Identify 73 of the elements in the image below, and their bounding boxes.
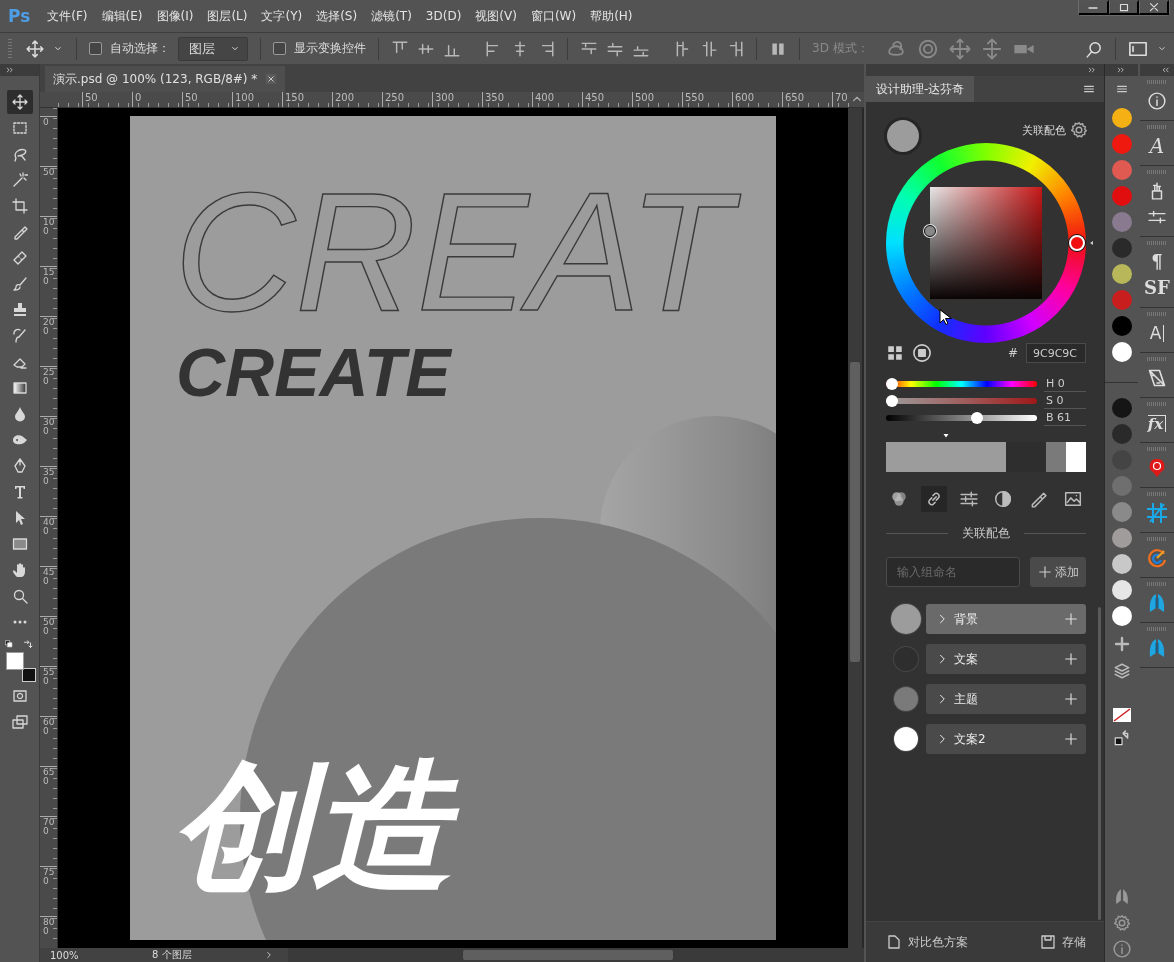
color-group-row[interactable]: 主题 <box>926 684 1086 714</box>
ruler-label: 250 <box>382 92 432 107</box>
menu-item[interactable]: 滤镜(T) <box>364 7 419 25</box>
ruler-label: 200 <box>332 92 382 107</box>
hex-label: # <box>1007 346 1018 360</box>
ruler-label: 150 <box>282 92 332 107</box>
menu-item[interactable]: 编辑(E) <box>94 7 150 25</box>
ruler-label: 100 <box>232 92 282 107</box>
ruler-label: 650 <box>782 92 832 107</box>
transform-controls-label: 显示变换控件 <box>294 40 366 57</box>
menu-item[interactable]: 帮助(H) <box>583 7 640 25</box>
ruler-label: 500 <box>632 92 682 107</box>
saturation-value: S 0 <box>1044 392 1086 409</box>
color-group-row[interactable]: 文案2 <box>926 724 1086 754</box>
add-button[interactable]: 添加 <box>1030 557 1086 587</box>
glyph-label: SF <box>1144 279 1170 297</box>
app-logo: Ps <box>7 6 32 26</box>
group-name-input[interactable]: 输入组命名 <box>886 557 1020 587</box>
ruler-label: 0 <box>132 92 182 107</box>
save-button[interactable]: 存储 <box>1040 933 1086 951</box>
menu-item[interactable]: 窗口(W) <box>523 7 584 25</box>
ruler-label: 750 <box>40 866 57 916</box>
chinese-headline: 创造 <box>162 736 492 918</box>
color-group-row[interactable]: 文案 <box>926 644 1086 674</box>
ruler-label: 100 <box>40 216 57 266</box>
brightness-value: B 61 <box>1044 409 1086 426</box>
ruler-label: 600 <box>40 716 57 766</box>
panel-tab[interactable]: 设计助理-达芬奇 <box>866 76 975 102</box>
ruler-label: 300 <box>432 92 482 107</box>
ruler-label: 650 <box>40 766 57 816</box>
script-a-glyph: A <box>1149 136 1165 156</box>
ruler-label: 450 <box>40 566 57 616</box>
fx-glyph: fx <box>1147 414 1167 432</box>
menu-item[interactable]: 图层(L) <box>200 7 255 25</box>
hex-input[interactable]: 9C9C9C <box>1026 343 1086 363</box>
ruler-label: 300 <box>40 416 57 466</box>
document-tab[interactable]: 演示.psd @ 100% (123, RGB/8#) * <box>45 66 286 92</box>
ruler-label: 550 <box>682 92 732 107</box>
text-cursor-glyph: A <box>1149 324 1165 342</box>
layer-count: 8 个图层 <box>151 948 193 962</box>
hue-value: H 0 <box>1044 375 1086 392</box>
menu-item[interactable]: 3D(D) <box>418 9 469 23</box>
auto-select-label: 自动选择： <box>110 40 170 57</box>
color-group-row[interactable]: 背景 <box>926 604 1086 634</box>
contrast-scheme-button[interactable]: 对比色方案 <box>886 933 968 951</box>
ruler-label: 350 <box>40 466 57 516</box>
glyph-label: ¶ <box>1151 253 1163 271</box>
ruler-label: 450 <box>582 92 632 107</box>
section-title: 关联配色 <box>962 524 1010 542</box>
ruler-label: 50 <box>82 92 132 107</box>
ruler-label: 700 <box>40 816 57 866</box>
menu-item[interactable]: 视图(V) <box>468 7 524 25</box>
ruler-label: 400 <box>532 92 582 107</box>
ruler-label: 50 <box>40 166 57 216</box>
menu-item[interactable]: 文字(Y) <box>254 7 310 25</box>
ruler-label: 250 <box>40 366 57 416</box>
ruler-label: 50 <box>182 92 232 107</box>
menu-item[interactable]: 选择(S) <box>309 7 365 25</box>
ruler-label: 150 <box>40 266 57 316</box>
ruler-label: 400 <box>40 516 57 566</box>
ruler-label: 600 <box>732 92 782 107</box>
menu-item[interactable]: 图像(I) <box>149 7 201 25</box>
ruler-label: 550 <box>40 666 57 716</box>
menu-item[interactable]: 文件(F) <box>40 7 95 25</box>
zoom-level[interactable]: 100% <box>40 949 90 961</box>
ruler-label: 350 <box>482 92 532 107</box>
layer-dropdown[interactable]: 图层 <box>178 36 248 61</box>
document-title: 演示.psd @ 100% (123, RGB/8#) * <box>53 70 258 88</box>
ruler-label: 0 <box>40 116 57 166</box>
ruler-label: 200 <box>40 316 57 366</box>
scheme-dropdown[interactable]: 关联配色 <box>1022 122 1070 138</box>
bold-headline: CREATE <box>176 338 451 406</box>
ruler-label: 500 <box>40 616 57 666</box>
